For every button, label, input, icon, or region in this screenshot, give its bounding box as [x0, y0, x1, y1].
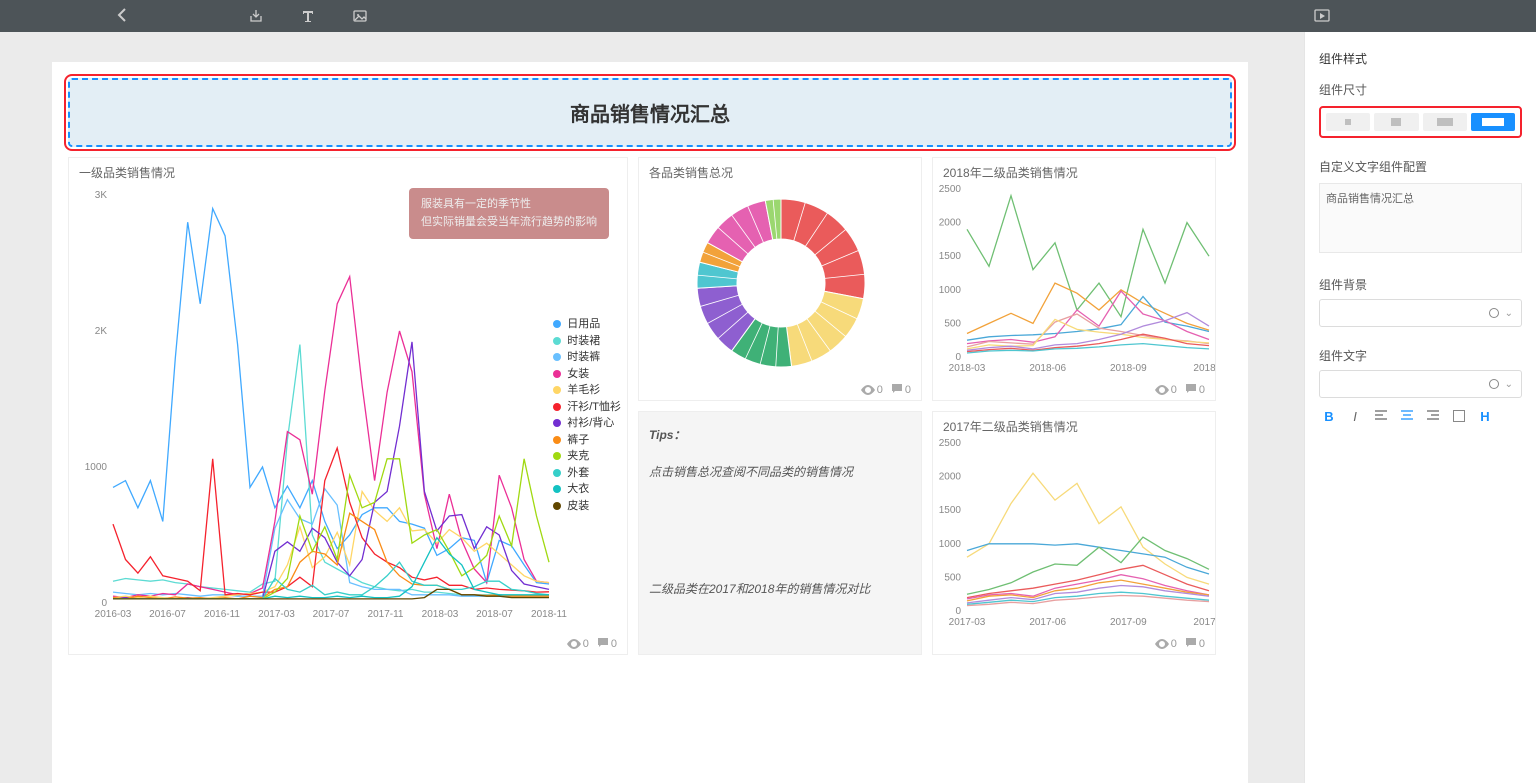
topbar	[0, 0, 1536, 32]
donut-chart	[639, 183, 922, 379]
svg-text:2018-09: 2018-09	[1110, 363, 1147, 374]
chart-legend: 日用品时装裙时装裤女装羊毛衫汗衫/T恤衫衬衫/背心裤子夹克外套大衣皮装	[553, 316, 621, 514]
chart-title: 2017年二级品类销售情况	[933, 412, 1215, 437]
chart-title: 一级品类销售情况	[69, 158, 627, 183]
size-md[interactable]	[1423, 113, 1467, 131]
chart-annotation: 服装具有一定的季节性 但实际销量会受当年流行趋势的影响	[409, 188, 609, 239]
size-sm[interactable]	[1374, 113, 1418, 131]
link-hyperlink-button[interactable]: H	[1475, 406, 1495, 426]
card-stats: 0 0	[861, 383, 911, 396]
svg-text:1500: 1500	[939, 251, 962, 262]
svg-text:500: 500	[944, 318, 961, 329]
svg-text:2017-07: 2017-07	[313, 609, 350, 620]
line2018-chart: 0 500 1000 1500 2000 2500 2018-03 2018-06 2018-0…	[933, 183, 1216, 379]
svg-text:0: 0	[955, 606, 961, 617]
svg-text:2016-03: 2016-03	[95, 609, 132, 620]
svg-text:2017-03: 2017-03	[949, 617, 986, 628]
dashboard-paper: 商品销售情况汇总 一级品类销售情况 服装具有一定的季节性 但实际销量会受当年流行…	[52, 62, 1248, 783]
title-text: 商品销售情况汇总	[570, 104, 730, 126]
circle-icon	[1489, 379, 1499, 389]
main-line-chart-card[interactable]: 一级品类销售情况 服装具有一定的季节性 但实际销量会受当年流行趋势的影响 0 10…	[68, 157, 628, 655]
svg-text:2018-03: 2018-03	[422, 609, 459, 620]
svg-text:2500: 2500	[939, 438, 962, 449]
size-selector	[1319, 106, 1522, 138]
dashboard-canvas[interactable]: 商品销售情况汇总 一级品类销售情况 服装具有一定的季节性 但实际销量会受当年流行…	[0, 32, 1304, 783]
panel-head: 组件样式	[1319, 50, 1522, 67]
chevron-down-icon: ⌄	[1505, 308, 1513, 319]
donut-chart-card[interactable]: 各品类销售总况 0 0	[638, 157, 922, 401]
preview-icon[interactable]	[1310, 4, 1334, 28]
text-format-toolbar: B I H	[1319, 406, 1522, 426]
main-line-chart: 0 1000 2K 3K 2016-03 2016-07 2016-11 2017-03 201…	[69, 183, 628, 631]
fill-toggle[interactable]	[1449, 406, 1469, 426]
custom-text-input[interactable]	[1319, 183, 1522, 253]
svg-text:3K: 3K	[95, 190, 108, 201]
tips-head: Tips：	[649, 426, 911, 443]
back-button[interactable]	[110, 8, 134, 25]
text-icon[interactable]	[296, 4, 320, 28]
svg-text:2016-11: 2016-11	[204, 609, 240, 620]
svg-text:2000: 2000	[939, 472, 962, 483]
custom-text-label: 自定义文字组件配置	[1319, 158, 1522, 175]
svg-text:2K: 2K	[95, 326, 108, 337]
svg-text:0: 0	[955, 352, 961, 363]
svg-text:2018-11: 2018-11	[531, 609, 567, 620]
property-panel: 组件样式 组件尺寸 自定义文字组件配置 组件背景 ⌄ 组件文字	[1304, 32, 1536, 783]
svg-text:1000: 1000	[939, 285, 962, 296]
text-label: 组件文字	[1319, 347, 1522, 364]
line2017-chart-card[interactable]: 2017年二级品类销售情况 0 500 1000 1500 2000 2500 2017-0…	[932, 411, 1216, 655]
align-right-button[interactable]	[1423, 406, 1443, 426]
size-label: 组件尺寸	[1319, 81, 1522, 98]
svg-text:2017-03: 2017-03	[258, 609, 295, 620]
svg-text:2018-03: 2018-03	[949, 363, 986, 374]
svg-text:2016-07: 2016-07	[149, 609, 186, 620]
image-icon[interactable]	[348, 4, 372, 28]
bold-button[interactable]: B	[1319, 406, 1339, 426]
tips-line1: 点击销售总况查阅不同品类的销售情况	[649, 463, 911, 480]
bg-label: 组件背景	[1319, 276, 1522, 293]
size-xs[interactable]	[1326, 113, 1370, 131]
comments-icon: 0	[597, 637, 617, 650]
align-left-button[interactable]	[1371, 406, 1391, 426]
title-text-widget[interactable]: 商品销售情况汇总	[68, 78, 1232, 147]
italic-button[interactable]: I	[1345, 406, 1365, 426]
svg-text:2500: 2500	[939, 184, 962, 195]
card-stats: 0 0	[567, 637, 617, 650]
svg-text:2018-07: 2018-07	[476, 609, 513, 620]
import-icon[interactable]	[244, 4, 268, 28]
align-center-button[interactable]	[1397, 406, 1417, 426]
svg-text:2018-06: 2018-06	[1029, 363, 1066, 374]
views-icon: 0	[567, 638, 589, 650]
bg-select[interactable]: ⌄	[1319, 299, 1522, 327]
line2018-chart-card[interactable]: 2018年二级品类销售情况 0 500 1000 1500 2000 2500 2018-0…	[932, 157, 1216, 401]
svg-text:2018-1: 2018-1	[1193, 363, 1216, 374]
line2017-chart: 0 500 1000 1500 2000 2500 2017-03 2017-06 2017-0…	[933, 437, 1216, 633]
svg-text:2017-11: 2017-11	[368, 609, 404, 620]
svg-text:2017-1: 2017-1	[1193, 617, 1216, 628]
tips-card[interactable]: Tips： 点击销售总况查阅不同品类的销售情况 二级品类在2017和2018年的…	[638, 411, 922, 655]
chevron-down-icon: ⌄	[1505, 379, 1513, 390]
chart-title: 各品类销售总况	[639, 158, 921, 183]
svg-text:2000: 2000	[939, 218, 962, 229]
svg-text:2017-06: 2017-06	[1029, 617, 1066, 628]
tips-line2: 二级品类在2017和2018年的销售情况对比	[649, 580, 911, 597]
size-lg[interactable]	[1471, 113, 1515, 131]
circle-icon	[1489, 308, 1499, 318]
chart-title: 2018年二级品类销售情况	[933, 158, 1215, 183]
svg-text:1500: 1500	[939, 505, 962, 516]
svg-text:0: 0	[101, 598, 107, 609]
svg-text:1000: 1000	[939, 539, 962, 550]
svg-text:500: 500	[944, 572, 961, 583]
text-select[interactable]: ⌄	[1319, 370, 1522, 398]
svg-text:1000: 1000	[85, 462, 108, 473]
svg-text:2017-09: 2017-09	[1110, 617, 1147, 628]
